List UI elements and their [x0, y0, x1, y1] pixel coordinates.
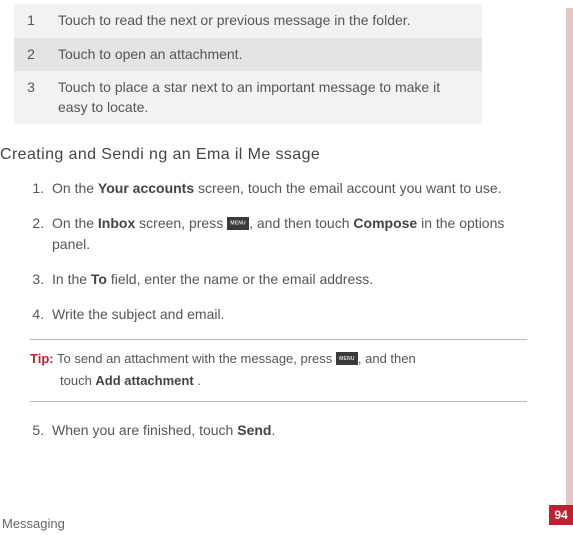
section-heading: Creating and Sendi ng an Ema il Me ssage — [0, 146, 549, 164]
tip-block: Tip: To send an attachment with the mess… — [30, 339, 527, 401]
table-row: 1 Touch to read the next or previous mes… — [14, 4, 482, 38]
text: . — [271, 422, 275, 438]
menu-icon — [336, 352, 358, 365]
steps-list: On the Your accounts screen, touch the e… — [0, 178, 549, 325]
step-3: In the To field, enter the name or the e… — [48, 269, 549, 290]
step-2: On the Inbox screen, press , and then to… — [48, 213, 549, 255]
text: screen, touch the email account you want… — [194, 180, 501, 196]
bold-text: Send — [237, 422, 271, 438]
bold-text: Your accounts — [98, 180, 194, 196]
row-number: 2 — [14, 38, 48, 72]
row-text: Touch to open an attachment. — [48, 38, 482, 72]
text: , and then touch — [249, 215, 353, 231]
text: On the — [52, 180, 98, 196]
tip-label: Tip: — [30, 351, 54, 366]
bold-text: To — [91, 271, 107, 287]
text: To send an attachment with the message, … — [54, 351, 336, 366]
text: On the — [52, 215, 98, 231]
text: When you are finished, touch — [52, 422, 237, 438]
action-table: 1 Touch to read the next or previous mes… — [14, 4, 482, 124]
step-4: Write the subject and email. — [48, 304, 549, 325]
text: field, enter the name or the email addre… — [107, 271, 373, 287]
footer-label: Messaging — [2, 516, 65, 531]
text: screen, press — [135, 215, 227, 231]
step-1: On the Your accounts screen, touch the e… — [48, 178, 549, 199]
menu-icon — [227, 217, 249, 230]
row-number: 1 — [14, 4, 48, 38]
divider — [30, 401, 527, 402]
bold-text: Compose — [353, 215, 417, 231]
text: touch — [60, 373, 95, 388]
row-text: Touch to place a star next to an importa… — [48, 71, 482, 124]
tip-text: Tip: To send an attachment with the mess… — [30, 340, 527, 400]
page-root: 1 Touch to read the next or previous mes… — [0, 4, 573, 535]
row-number: 3 — [14, 71, 48, 124]
page-number: 94 — [549, 505, 573, 525]
content-area: 1 Touch to read the next or previous mes… — [0, 4, 573, 441]
text-indent: touch Add attachment . — [30, 370, 201, 392]
text: , and then — [358, 351, 416, 366]
side-accent-bar — [566, 8, 573, 509]
bold-text: Inbox — [98, 215, 135, 231]
step-5: When you are finished, touch Send. — [48, 420, 549, 441]
bold-text: Add attachment — [95, 373, 193, 388]
table-row: 2 Touch to open an attachment. — [14, 38, 482, 72]
row-text: Touch to read the next or previous messa… — [48, 4, 482, 38]
table-row: 3 Touch to place a star next to an impor… — [14, 71, 482, 124]
text: . — [194, 373, 201, 388]
steps-list-cont: When you are finished, touch Send. — [0, 420, 549, 441]
text: In the — [52, 271, 91, 287]
